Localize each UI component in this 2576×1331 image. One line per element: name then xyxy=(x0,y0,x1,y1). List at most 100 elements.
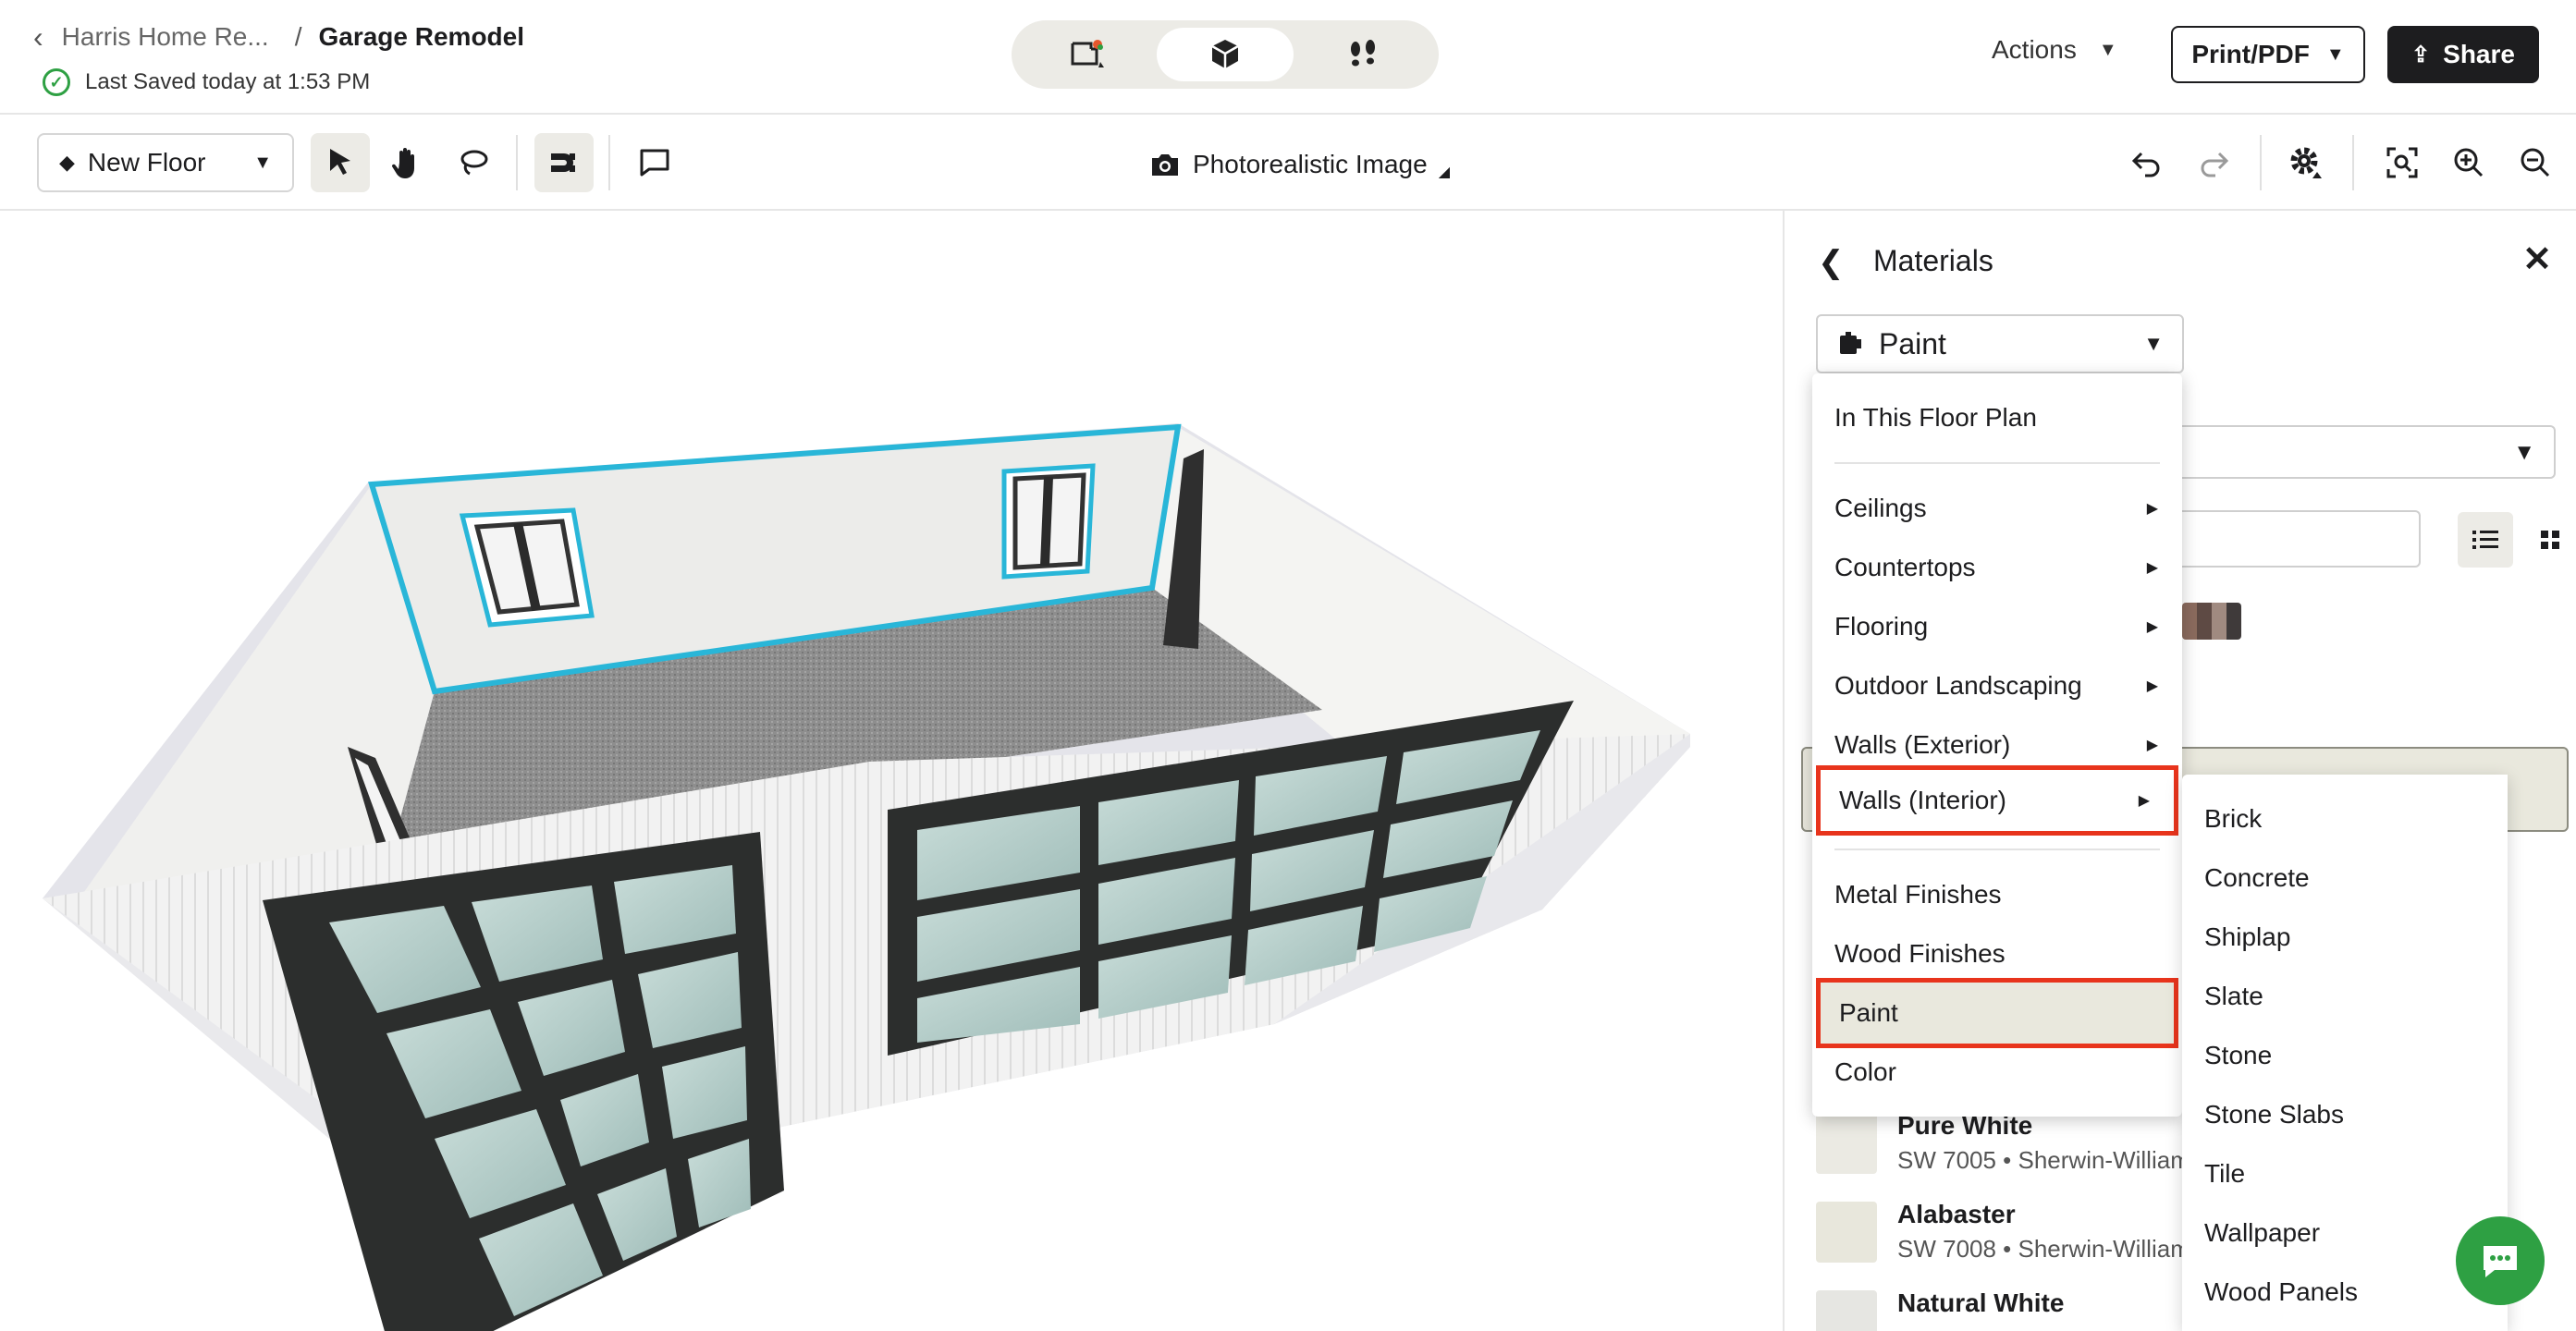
undo-button[interactable] xyxy=(2117,133,2177,192)
material-code: SW 7005 • Sherwin-Williams xyxy=(1897,1146,2186,1174)
page-title[interactable]: Garage Remodel xyxy=(318,22,524,52)
print-pdf-button[interactable]: Print/PDF ▼ xyxy=(2171,26,2365,83)
chat-support-button[interactable] xyxy=(2456,1216,2545,1305)
material-result-item[interactable]: Pure White SW 7005 • Sherwin-Williams xyxy=(1816,1111,2186,1202)
share-button[interactable]: ⇪ Share xyxy=(2387,26,2539,83)
menu-item-flooring[interactable]: Flooring ▶ xyxy=(1812,597,2182,656)
caret-right-icon: ▶ xyxy=(2146,619,2158,635)
submenu-item-shiplap[interactable]: Shiplap xyxy=(2204,922,2290,952)
submenu-item-stone[interactable]: Stone xyxy=(2204,1041,2272,1070)
menu-item-countertops[interactable]: Countertops ▶ xyxy=(1812,538,2182,597)
3d-canvas[interactable] xyxy=(0,211,1783,1331)
magnet-snap-button[interactable] xyxy=(534,133,594,192)
save-status: ✓ Last Saved today at 1:53 PM xyxy=(43,68,370,96)
check-circle-icon: ✓ xyxy=(43,68,70,96)
material-result-item[interactable]: Alabaster SW 7008 • Sherwin-Williams xyxy=(1816,1200,2186,1290)
menu-item-wood-finishes[interactable]: Wood Finishes xyxy=(1812,924,2182,983)
breadcrumb-separator: / xyxy=(294,22,302,51)
material-category-menu: In This Floor Plan Ceilings ▶ Countertops… xyxy=(1812,373,2182,1117)
paint-bucket-icon xyxy=(1840,332,1861,354)
actions-menu-button[interactable]: Actions ▼ xyxy=(1992,35,2117,65)
back-chevron-icon[interactable]: ‹ xyxy=(33,20,43,55)
floor-selector[interactable]: ◆ New Floor ▼ xyxy=(37,133,294,192)
zoom-in-button[interactable] xyxy=(2439,133,2498,192)
color-swatch xyxy=(1816,1113,1877,1174)
zoom-out-button[interactable] xyxy=(2506,133,2565,192)
menu-item-ceilings[interactable]: Ceilings ▶ xyxy=(1812,479,2182,538)
material-name: Alabaster xyxy=(1897,1200,2016,1228)
menu-item-label: In This Floor Plan xyxy=(1834,403,2037,432)
subcategory-select[interactable]: ▼ xyxy=(2182,425,2556,479)
comment-icon xyxy=(640,149,669,177)
view-walkthrough-button[interactable] xyxy=(1294,28,1431,81)
chat-bubble-icon xyxy=(2484,1246,2517,1277)
photorealistic-label: Photorealistic Image xyxy=(1193,150,1428,178)
floor-label: New Floor xyxy=(87,148,206,177)
menu-item-label: Outdoor Landscaping xyxy=(1834,671,2082,700)
photorealistic-image-button[interactable]: Photorealistic Image ◢ xyxy=(1150,146,1450,183)
fit-to-screen-button[interactable] xyxy=(2373,133,2432,192)
submenu-item-concrete[interactable]: Concrete xyxy=(2204,863,2310,893)
caret-right-icon: ▶ xyxy=(2146,501,2158,517)
color-swatch xyxy=(1816,1202,1877,1263)
floorplan-2d-icon xyxy=(1071,40,1105,67)
list-view-button[interactable] xyxy=(2458,512,2513,568)
submenu-item-wood-panels[interactable]: Wood Panels xyxy=(2204,1277,2358,1307)
menu-item-label: Walls (Exterior) xyxy=(1834,730,2011,759)
top-header: ‹ Harris Home Re... / Garage Remodel ✓ L… xyxy=(0,0,2576,115)
color-swatch xyxy=(1816,1290,1877,1331)
panel-title: Materials xyxy=(1873,244,1993,277)
material-result-item[interactable]: Natural White xyxy=(1816,1288,2186,1331)
caret-right-icon: ▶ xyxy=(2146,678,2158,694)
menu-item-in-this-floor-plan[interactable]: In This Floor Plan xyxy=(1812,388,2182,447)
zoom-in-icon xyxy=(2454,148,2484,177)
menu-item-metal-finishes[interactable]: Metal Finishes xyxy=(1812,865,2182,924)
toolbar-divider xyxy=(2260,135,2262,190)
camera-icon xyxy=(1152,154,1178,176)
view-3d-button[interactable] xyxy=(1156,28,1294,81)
pan-tool-button[interactable] xyxy=(377,133,436,192)
select-tool-button[interactable] xyxy=(311,133,370,192)
comment-tool-button[interactable] xyxy=(625,133,684,192)
list-icon xyxy=(2472,531,2498,549)
garage-door-left[interactable] xyxy=(263,832,784,1331)
zoom-out-icon xyxy=(2521,148,2550,177)
material-name: Natural White xyxy=(1897,1288,2065,1317)
lasso-tool-button[interactable] xyxy=(444,133,503,192)
menu-divider xyxy=(1834,462,2160,464)
breadcrumb-parent-link[interactable]: Harris Home Re... xyxy=(62,22,269,52)
menu-item-outdoor-landscaping[interactable]: Outdoor Landscaping ▶ xyxy=(1812,656,2182,715)
menu-item-paint[interactable]: Paint xyxy=(1816,978,2178,1048)
back-arrow-icon[interactable]: ❮ xyxy=(1818,244,1845,281)
caret-down-icon: ▼ xyxy=(2325,43,2345,65)
menu-item-walls-interior[interactable]: Walls (Interior) ▶ xyxy=(1816,765,2178,836)
pointer-arrow-icon xyxy=(330,149,350,175)
submenu-item-slate[interactable]: Slate xyxy=(2204,982,2263,1011)
redo-button[interactable] xyxy=(2184,133,2243,192)
grid-view-button[interactable] xyxy=(2522,512,2576,568)
share-label: Share xyxy=(2443,40,2515,68)
submenu-item-tile[interactable]: Tile xyxy=(2204,1159,2245,1189)
cube-3d-icon xyxy=(1211,40,1239,68)
search-input[interactable] xyxy=(2182,510,2421,568)
save-status-text: Last Saved today at 1:53 PM xyxy=(85,69,371,94)
view-2d-button[interactable] xyxy=(1019,28,1157,81)
submenu-item-wallpaper[interactable]: Wallpaper xyxy=(2204,1218,2320,1248)
material-category-select[interactable]: Paint ▼ xyxy=(1816,314,2184,373)
toolbar-divider xyxy=(2352,135,2354,190)
recent-swatches[interactable] xyxy=(2182,603,2241,640)
menu-item-color[interactable]: Color xyxy=(1812,1043,2182,1102)
menu-item-label: Ceilings xyxy=(1834,494,1927,522)
settings-button[interactable] xyxy=(2276,133,2336,192)
close-icon[interactable]: ✕ xyxy=(2522,238,2552,280)
caret-down-icon: ▼ xyxy=(2513,440,2535,465)
garage-3d-model[interactable] xyxy=(0,211,1783,1331)
submenu-item-stone-slabs[interactable]: Stone Slabs xyxy=(2204,1100,2344,1130)
material-code: SW 7008 • Sherwin-Williams xyxy=(1897,1235,2186,1263)
menu-item-label: Paint xyxy=(1839,998,1898,1027)
toolbar-divider xyxy=(516,135,518,190)
submenu-item-brick[interactable]: Brick xyxy=(2204,804,2262,834)
layers-icon: ◆ xyxy=(59,151,75,174)
breadcrumb: ‹ Harris Home Re... / Garage Remodel xyxy=(33,18,524,55)
caret-down-icon: ▼ xyxy=(2098,39,2117,60)
